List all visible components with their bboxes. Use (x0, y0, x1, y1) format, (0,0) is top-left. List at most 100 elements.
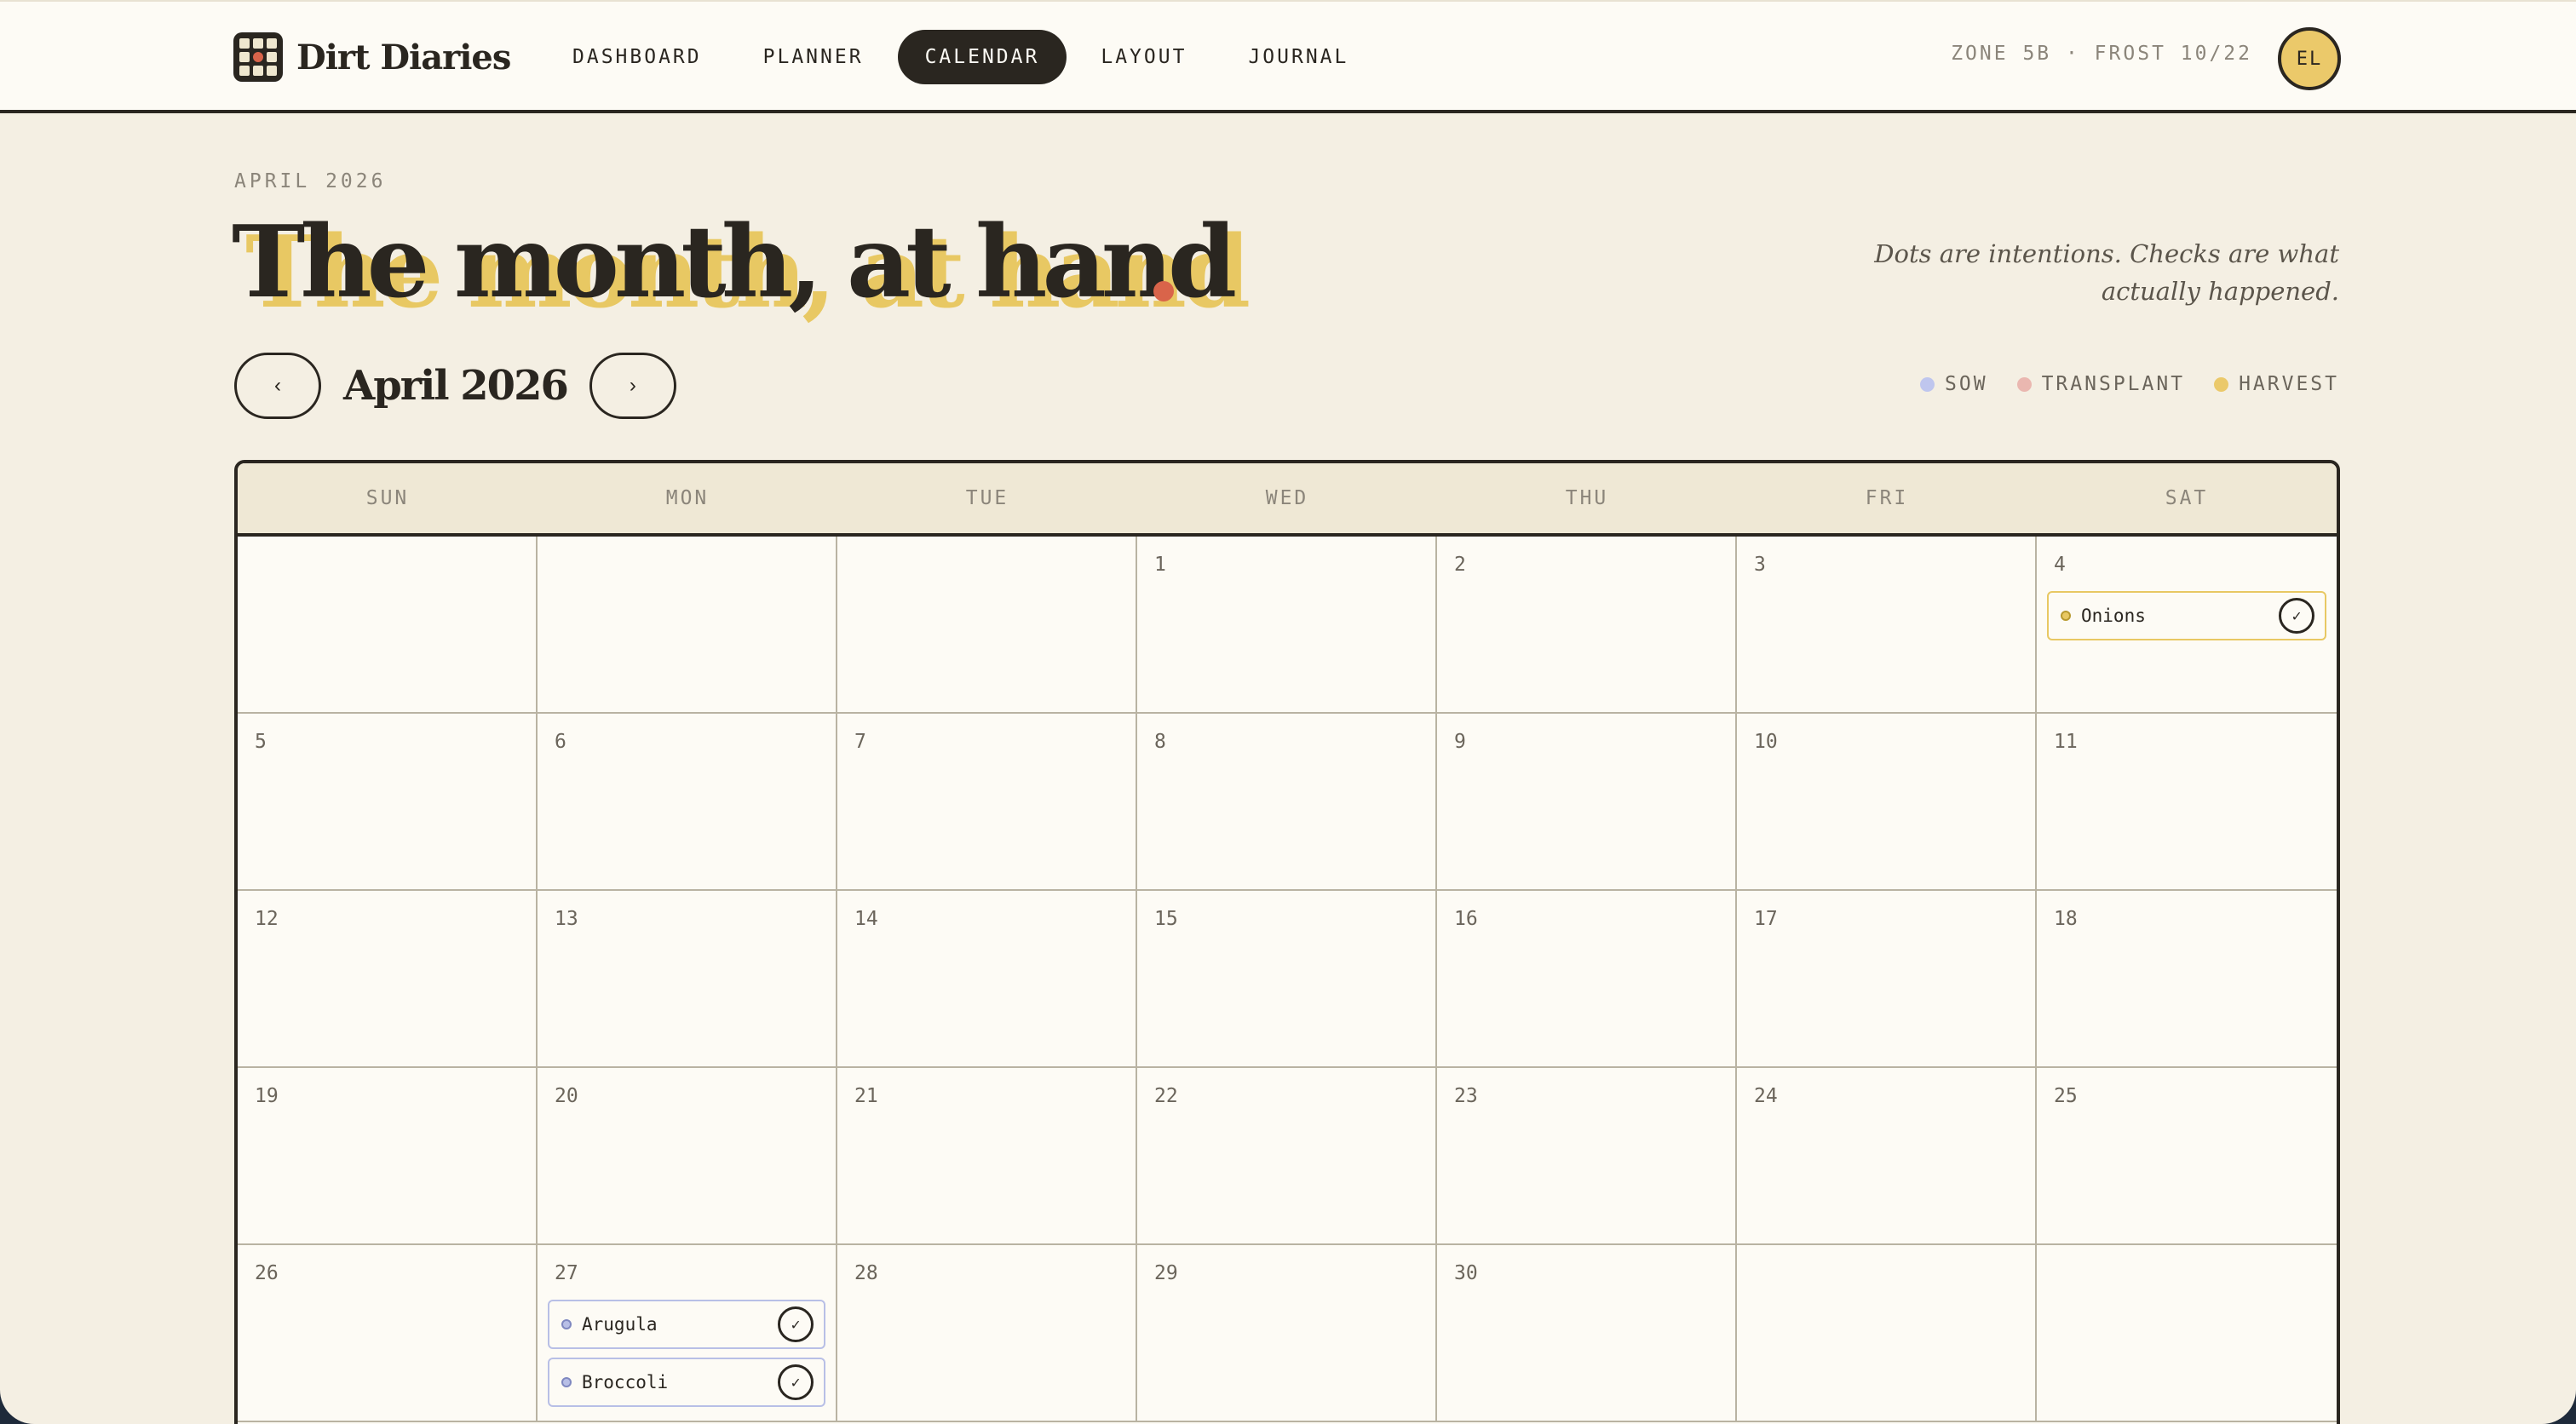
nav-planner[interactable]: PLANNER (736, 30, 891, 84)
day-number: 29 (1154, 1262, 1178, 1284)
day-cell[interactable] (837, 537, 1137, 714)
title-text: The month, at hand (232, 204, 1237, 320)
day-number: 1 (1154, 554, 1166, 576)
day-cell[interactable]: 19 (238, 1068, 538, 1245)
day-cell[interactable]: 21 (837, 1068, 1137, 1245)
day-cell[interactable]: 22 (1137, 1068, 1437, 1245)
day-number: 26 (255, 1262, 279, 1284)
day-cell[interactable]: 18 (2037, 891, 2337, 1068)
day-number: 24 (1754, 1085, 1778, 1107)
prev-month-button[interactable]: ‹ (234, 353, 321, 419)
event-name: Broccoli (582, 1372, 669, 1392)
day-cell[interactable]: 30 (1437, 1245, 1737, 1422)
legend-label: HARVEST (2239, 373, 2339, 395)
day-cell[interactable]: 26 (238, 1245, 538, 1422)
day-number (548, 554, 825, 577)
day-cell[interactable] (1737, 1245, 2037, 1422)
day-number: 19 (255, 1085, 279, 1107)
event-chip[interactable]: Onions ✓ (2047, 591, 2326, 640)
day-number (848, 554, 1125, 577)
weekday-mon: MON (665, 487, 710, 509)
day-number: 30 (1454, 1262, 1478, 1284)
check-icon[interactable]: ✓ (778, 1306, 814, 1342)
next-month-button[interactable]: › (589, 353, 676, 419)
app-window: Dirt Diaries DASHBOARD PLANNER CALENDAR LAY… (0, 0, 2576, 1424)
legend-dot (2214, 376, 2229, 392)
day-cell[interactable]: 27 Arugula ✓ Broccoli ✓ (538, 1245, 837, 1422)
day-cell[interactable]: 2 (1437, 537, 1737, 714)
event-chip[interactable]: Broccoli ✓ (548, 1358, 825, 1407)
sow-dot-icon (561, 1319, 572, 1329)
day-number: 25 (2054, 1085, 2078, 1107)
legend-harvest: HARVEST (2214, 373, 2339, 395)
month-navigation: ‹ April 2026 › (234, 353, 676, 419)
grid-logo-icon (233, 32, 283, 82)
day-number: 17 (1754, 908, 1778, 930)
event-name: Onions (2081, 606, 2146, 626)
day-number (1747, 1262, 2025, 1286)
sow-dot-icon (561, 1377, 572, 1387)
day-cell[interactable]: 3 (1737, 537, 2037, 714)
day-cell[interactable]: 12 (238, 891, 538, 1068)
day-cell[interactable] (2037, 1245, 2337, 1422)
day-number: 13 (555, 908, 578, 930)
day-cell[interactable]: 1 (1137, 537, 1437, 714)
nav-layout[interactable]: LAYOUT (1073, 30, 1214, 84)
brand-name: Dirt Diaries (296, 37, 511, 78)
day-cell[interactable]: 25 (2037, 1068, 2337, 1245)
day-number: 3 (1754, 554, 1766, 576)
day-cell[interactable]: 8 (1137, 714, 1437, 891)
day-number (248, 554, 526, 577)
avatar[interactable]: EL (2278, 27, 2341, 90)
day-number: 27 (555, 1262, 578, 1284)
day-number: 16 (1454, 908, 1478, 930)
event-chip[interactable]: Arugula ✓ (548, 1300, 825, 1349)
day-cell[interactable]: 15 (1137, 891, 1437, 1068)
weekday-sun: SUN (365, 487, 410, 509)
day-number: 22 (1154, 1085, 1178, 1107)
day-cell[interactable]: 4 Onions ✓ (2037, 537, 2337, 714)
day-number: 18 (2054, 908, 2078, 930)
day-cell[interactable]: 11 (2037, 714, 2337, 891)
event-name: Arugula (582, 1314, 658, 1335)
check-icon[interactable]: ✓ (778, 1364, 814, 1400)
day-cell[interactable]: 17 (1737, 891, 2037, 1068)
day-number: 9 (1454, 731, 1466, 753)
day-cell[interactable]: 10 (1737, 714, 2037, 891)
day-cell[interactable]: 23 (1437, 1068, 1737, 1245)
day-cell[interactable]: 28 (837, 1245, 1137, 1422)
brand[interactable]: Dirt Diaries (233, 32, 511, 83)
weekday-tue: TUE (965, 487, 1009, 509)
weekday-fri: FRI (1865, 487, 1909, 509)
day-cell[interactable]: 14 (837, 891, 1137, 1068)
day-cell[interactable] (538, 537, 837, 714)
day-number: 4 (2054, 554, 2066, 576)
day-number: 21 (854, 1085, 878, 1107)
weekday-wed: WED (1265, 487, 1309, 509)
legend: SOW TRANSPLANT HARVEST (1891, 373, 2339, 395)
day-cell[interactable]: 13 (538, 891, 837, 1068)
day-cell[interactable]: 7 (837, 714, 1137, 891)
day-number: 11 (2054, 731, 2078, 753)
nav-journal[interactable]: JOURNAL (1221, 30, 1376, 84)
day-cell[interactable] (238, 537, 538, 714)
page-eyebrow: APRIL 2026 (234, 170, 387, 192)
day-cell[interactable]: 16 (1437, 891, 1737, 1068)
day-number: 7 (854, 731, 866, 753)
nav-calendar[interactable]: CALENDAR (897, 30, 1067, 84)
nav-dashboard[interactable]: DASHBOARD (545, 30, 729, 84)
day-cell[interactable]: 6 (538, 714, 837, 891)
top-bar: Dirt Diaries DASHBOARD PLANNER CALENDAR LAY… (0, 0, 2576, 113)
day-number: 12 (255, 908, 279, 930)
check-icon[interactable]: ✓ (2279, 598, 2314, 634)
title-accent-dot (1153, 281, 1174, 301)
day-number: 14 (854, 908, 878, 930)
day-number (2047, 1262, 2326, 1286)
day-cell[interactable]: 20 (538, 1068, 837, 1245)
day-cell[interactable]: 9 (1437, 714, 1737, 891)
day-cell[interactable]: 29 (1137, 1245, 1437, 1422)
day-number: 28 (854, 1262, 878, 1284)
harvest-dot-icon (2061, 611, 2071, 621)
day-cell[interactable]: 24 (1737, 1068, 2037, 1245)
day-cell[interactable]: 5 (238, 714, 538, 891)
